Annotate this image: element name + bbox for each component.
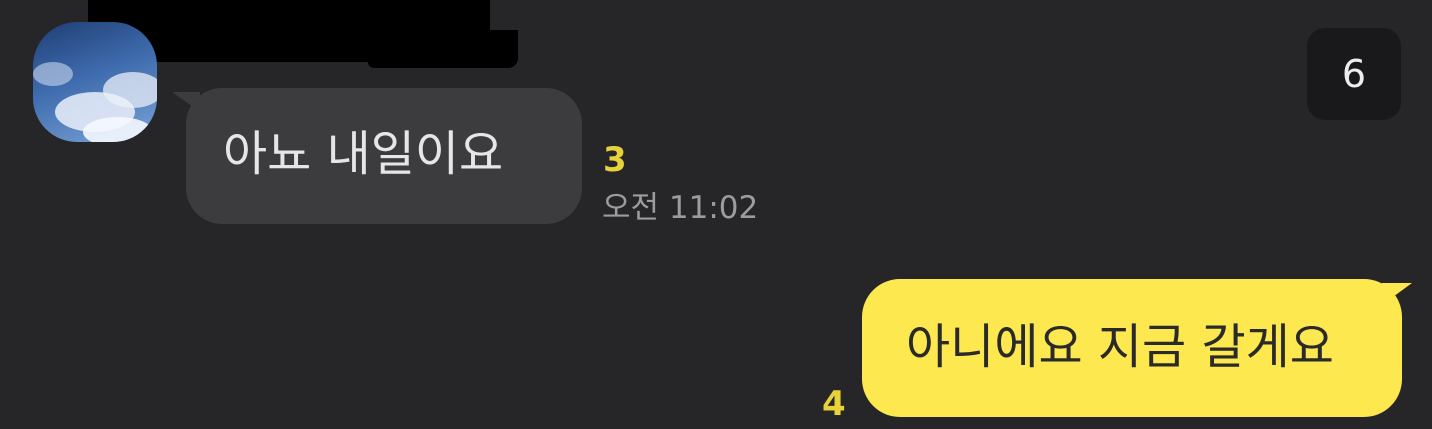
outgoing-bubble-tail (1382, 283, 1412, 305)
count-badge[interactable]: 6 (1307, 28, 1401, 120)
incoming-message-text: 아뇨 내일이요 (223, 126, 504, 182)
avatar-cloud (33, 62, 73, 86)
sender-avatar[interactable] (33, 22, 157, 142)
avatar-cloud (83, 117, 153, 142)
outgoing-unread-count: 4 (822, 384, 846, 424)
incoming-unread-count: 3 (603, 140, 627, 180)
outgoing-message-text: 아니에요 지금 갈게요 (906, 319, 1334, 375)
incoming-bubble-tail (172, 92, 200, 112)
outgoing-message-bubble[interactable]: 아니에요 지금 갈게요 (862, 279, 1412, 417)
incoming-message-timestamp: 오전 11:02 (602, 190, 759, 226)
incoming-message-bubble[interactable]: 아뇨 내일이요 (172, 88, 582, 224)
